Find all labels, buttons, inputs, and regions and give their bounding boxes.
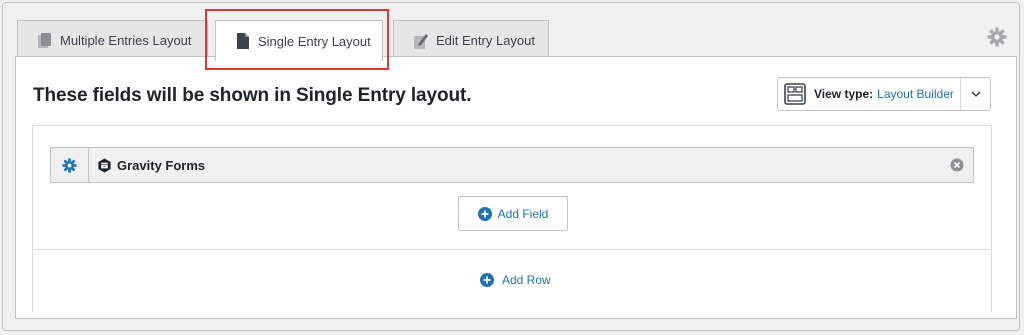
view-type-label: View type: (814, 87, 874, 101)
tab-multiple-entries-layout[interactable]: Multiple Entries Layout (17, 20, 208, 60)
edit-icon (414, 33, 428, 49)
plus-circle-icon (477, 206, 492, 221)
copy-icon (38, 32, 51, 48)
tab-label: Multiple Entries Layout (60, 33, 192, 48)
field-settings-button[interactable] (51, 148, 89, 182)
layout-builder-icon (784, 83, 806, 105)
tab-edit-entry-layout[interactable]: Edit Entry Layout (393, 20, 549, 60)
add-row-label: Add Row (502, 273, 551, 287)
view-type-selector[interactable]: View type: Layout Builder (777, 77, 991, 111)
settings-gear-icon[interactable] (987, 27, 1007, 47)
tab-label: Single Entry Layout (258, 33, 371, 49)
page-title: These fields will be shown in Single Ent… (33, 85, 472, 106)
gear-icon (62, 157, 77, 173)
chevron-down-icon[interactable] (969, 87, 983, 101)
close-icon[interactable] (950, 158, 964, 172)
add-row-button[interactable]: Add Row (480, 270, 551, 290)
divider (960, 78, 961, 110)
view-type-value[interactable]: Layout Builder (877, 87, 954, 101)
document-icon (237, 33, 249, 49)
field-label: Gravity Forms (117, 157, 206, 173)
add-field-label: Add Field (497, 206, 549, 221)
plus-circle-icon (480, 273, 494, 287)
layout-row: Gravity Forms Add Field (32, 125, 992, 250)
layout-panel: These fields will be shown in Single Ent… (15, 56, 1017, 319)
add-field-button[interactable]: Add Field (458, 196, 568, 231)
tab-label: Edit Entry Layout (436, 33, 535, 48)
tab-single-entry-layout[interactable]: Single Entry Layout (215, 20, 383, 61)
field-item[interactable]: Gravity Forms (50, 147, 974, 183)
add-row-area: Add Row (32, 250, 992, 312)
gravity-forms-icon (98, 157, 111, 173)
